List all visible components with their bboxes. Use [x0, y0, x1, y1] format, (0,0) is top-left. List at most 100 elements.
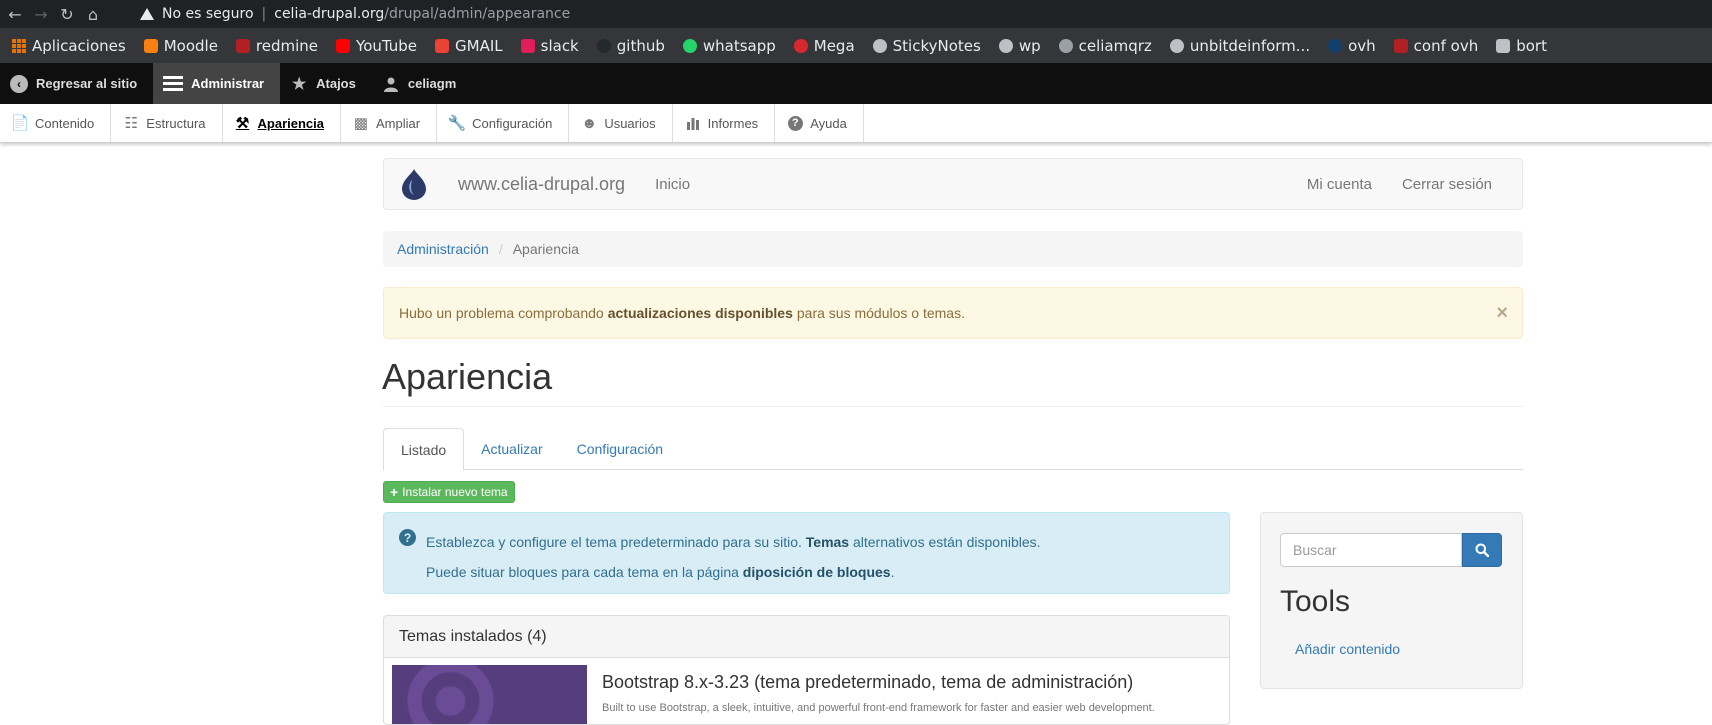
tray-item-label: Configuración: [472, 115, 553, 131]
back-to-site-label: Regresar al sitio: [36, 76, 138, 91]
install-theme-button[interactable]: + Instalar nuevo tema: [383, 481, 515, 503]
tray-item-wrench[interactable]: 🔧 Configuración: [437, 104, 570, 142]
bookmark-item[interactable]: ovh: [1328, 37, 1376, 55]
bookmark-label: StickyNotes: [892, 36, 981, 55]
bookmark-label: bort: [1516, 36, 1547, 55]
tab-listado[interactable]: Listado: [383, 428, 465, 471]
themes-link[interactable]: Temas: [806, 534, 849, 550]
bookmark-label: wp: [1018, 36, 1041, 55]
tray-item-hammer[interactable]: ⚒ Apariencia: [223, 104, 342, 142]
user-label: celiagm: [407, 76, 457, 91]
drupal-logo-icon[interactable]: [400, 168, 428, 200]
add-content-link[interactable]: Añadir contenido: [1295, 641, 1400, 657]
bookmark-item[interactable]: Mega: [793, 37, 855, 55]
redmine-icon: [235, 38, 250, 53]
slack-icon: [520, 38, 535, 53]
tray-item-label: Ampliar: [376, 115, 421, 131]
apps-grid-icon: [12, 38, 26, 53]
info-line-2-text: Puede situar bloques para cada tema en l…: [426, 564, 739, 580]
warning-suffix: para sus módulos o temas.: [796, 305, 965, 321]
moodle-icon: [143, 38, 158, 53]
tray-item-puzzle[interactable]: ▩ Ampliar: [341, 104, 438, 142]
my-account-link[interactable]: Mi cuenta: [1307, 176, 1372, 193]
installed-themes-panel: Temas instalados (4) Bootstrap 8.x-3.23 …: [383, 615, 1230, 725]
back-icon[interactable]: ←: [2, 0, 28, 28]
bookmarks-bar: Aplicaciones Moodle redmine YouTube GMAIL sla…: [0, 28, 1712, 63]
title-divider: [383, 406, 1523, 407]
tab-configuracin[interactable]: Configuración: [560, 428, 680, 469]
admin-toolbar: ‹ Regresar al sitio Administrar ★ Atajos…: [0, 63, 1712, 104]
globe-icon: [1169, 38, 1184, 53]
bookmark-item[interactable]: celiamqrz: [1058, 36, 1152, 55]
reload-icon[interactable]: ↻: [54, 0, 80, 28]
tray-item-help[interactable]: ? Ayuda: [775, 104, 864, 142]
insecure-label: No es seguro: [162, 6, 254, 22]
manage-button[interactable]: Administrar: [153, 63, 281, 104]
info-line-1-suffix: alternativos están disponibles.: [852, 534, 1041, 550]
people-icon: ☻: [581, 114, 598, 132]
available-updates-link[interactable]: actualizaciones disponibles: [608, 305, 793, 321]
bookmark-label: github: [616, 36, 665, 55]
gmail-icon: [435, 38, 450, 53]
url-separator: |: [261, 6, 267, 22]
bookmark-label: celiamqrz: [1078, 36, 1152, 55]
user-button[interactable]: celiagm: [372, 63, 472, 104]
themes-info-alert: ? Establezca y configure el tema predete…: [383, 512, 1230, 594]
bookmark-label: redmine: [255, 36, 319, 55]
back-to-site-button[interactable]: ‹ Regresar al sitio: [0, 63, 153, 104]
home-link[interactable]: Inicio: [655, 176, 690, 193]
close-icon[interactable]: ×: [1496, 302, 1508, 325]
tray-item-label: Estructura: [146, 115, 206, 131]
bookmark-item[interactable]: conf ovh: [1393, 37, 1478, 55]
bookmark-item[interactable]: Aplicaciones: [12, 37, 126, 55]
shortcuts-label: Atajos: [316, 76, 356, 91]
home-icon[interactable]: ⌂: [80, 0, 106, 28]
bookmark-item[interactable]: bort: [1496, 37, 1547, 55]
theme-description: Built to use Bootstrap, a sleek, intuiti…: [602, 702, 1155, 714]
bookmark-item[interactable]: GMAIL: [435, 37, 503, 55]
bookmark-label: slack: [540, 36, 579, 55]
info-line-2-suffix: .: [890, 564, 895, 580]
bookmark-item[interactable]: slack: [520, 36, 579, 55]
shortcuts-button[interactable]: ★ Atajos: [280, 63, 372, 104]
chevron-left-circle-icon: ‹: [10, 74, 28, 93]
install-theme-label: Instalar nuevo tema: [402, 485, 508, 499]
bookmark-item[interactable]: wp: [998, 36, 1041, 55]
url-host: celia-drupal.org: [274, 6, 385, 22]
tray-item-file[interactable]: 📄 Contenido: [0, 104, 112, 142]
forward-icon[interactable]: →: [28, 0, 54, 28]
url-field[interactable]: No es seguro | celia-drupal.org/drupal/a…: [140, 2, 570, 26]
block-layout-link[interactable]: diposición de bloques: [743, 564, 891, 580]
tray-item-sitemap[interactable]: ☷ Estructura: [111, 104, 223, 142]
logout-link[interactable]: Cerrar sesión: [1402, 176, 1492, 193]
bar-chart-icon: [685, 115, 701, 131]
bookmark-item[interactable]: YouTube: [336, 37, 417, 55]
tray-item-bar-chart[interactable]: Informes: [673, 104, 776, 142]
bookmark-item[interactable]: whatsapp: [682, 37, 776, 55]
hammer-icon: ⚒: [235, 115, 250, 132]
site-name-link[interactable]: www.celia-drupal.org: [458, 174, 625, 195]
star-icon: ★: [291, 75, 307, 93]
warning-prefix: Hubo un problema comprobando: [399, 305, 604, 321]
bookmark-label: Aplicaciones: [32, 36, 126, 55]
bookmark-item[interactable]: github: [596, 36, 665, 55]
bookmark-item[interactable]: StickyNotes: [872, 36, 981, 55]
theme-screenshot: [392, 665, 587, 724]
tab-actualizar[interactable]: Actualizar: [464, 428, 559, 469]
wrench-icon: 🔧: [447, 115, 467, 132]
wordpress-icon: [1058, 38, 1073, 53]
search-input[interactable]: [1280, 533, 1462, 567]
bookmark-item[interactable]: Moodle: [143, 37, 218, 55]
bookmark-item[interactable]: redmine: [235, 36, 319, 55]
bookmark-item[interactable]: unbitdeinform...: [1169, 37, 1310, 55]
plus-icon: +: [390, 484, 399, 500]
search-button[interactable]: [1462, 533, 1502, 567]
tray-item-people[interactable]: ☻ Usuarios: [569, 104, 673, 142]
search-icon: [1475, 543, 1489, 557]
tray-item-label: Informes: [707, 115, 759, 131]
installed-themes-heading: Temas instalados (4): [384, 616, 1229, 658]
breadcrumb-admin-link[interactable]: Administración: [397, 241, 489, 257]
bookmark-label: GMAIL: [455, 36, 503, 55]
youtube-icon: [336, 38, 351, 53]
mega-icon: [793, 38, 808, 53]
